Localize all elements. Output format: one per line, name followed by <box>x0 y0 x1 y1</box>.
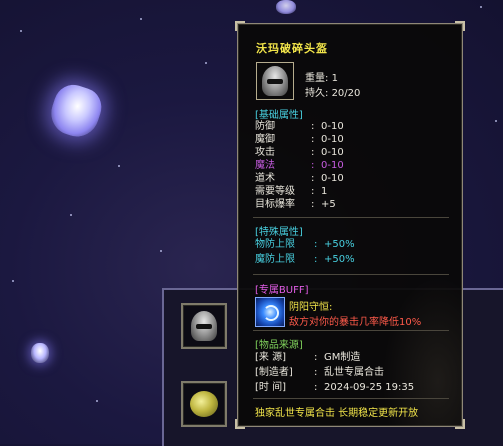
weight-line: 重量: 1 <box>305 69 338 84</box>
attr-row-magic: 魔法:0-10 <box>255 160 344 171</box>
weight-value: 1 <box>331 73 338 84</box>
source-row: [时 间]:2024-09-25 19:35 <box>255 382 415 393</box>
jade-pendant-icon <box>190 391 218 417</box>
attr-row: 目标爆率: +5 <box>255 199 336 210</box>
base-attrs-header: [基础属性] <box>255 110 303 121</box>
source-row: [来 源]: GM制造 <box>255 352 361 363</box>
tooltip-corner-ornament <box>455 21 465 31</box>
durability-line: 持久: 20/20 <box>305 84 360 99</box>
buff-description: 敌方对你的暴击几率降低10% <box>289 317 422 328</box>
attr-row: 攻击:0-10 <box>255 147 344 158</box>
yin-yang-buff-icon <box>255 297 285 327</box>
attr-row: 需要等级:1 <box>255 186 328 197</box>
buff-name: 阴阳守恒: <box>289 302 333 313</box>
special-attrs-header: [特殊属性] <box>255 227 303 238</box>
buff-header: [专属BUFF] <box>255 285 309 296</box>
tooltip-corner-ornament <box>235 21 245 31</box>
server-slogan: 独家乱世专属合击 长期稳定更新开放 <box>255 408 419 419</box>
attr-row: 防御:0-10 <box>255 121 344 132</box>
section-divider <box>253 217 449 218</box>
sky-lantern-top <box>276 0 296 14</box>
item-tooltip: 沃玛破碎头盔 重量: 1 持久: 20/20 [基础属性] 防御:0-10 魔御… <box>235 21 465 429</box>
attr-row: 魔御:0-10 <box>255 134 344 145</box>
section-divider <box>253 398 449 399</box>
sky-lantern-small <box>31 343 49 363</box>
weight-label: 重量: <box>305 73 329 84</box>
helmet-icon <box>191 311 217 341</box>
durability-value: 20/20 <box>331 88 361 99</box>
durability-label: 持久: <box>305 88 329 99</box>
item-icon-frame <box>256 62 294 100</box>
source-row: [制造者]: 乱世专属合击 <box>255 367 384 378</box>
equip-slot-pendant[interactable] <box>181 381 227 427</box>
section-divider <box>253 330 449 331</box>
tooltip-corner-ornament <box>235 419 245 429</box>
item-name: 沃玛破碎头盔 <box>256 42 328 55</box>
section-divider <box>253 274 449 275</box>
source-header: [物品来源] <box>255 340 303 351</box>
attr-row: 道术:0-10 <box>255 173 344 184</box>
special-attr-row: 魔防上限: +50% <box>255 254 355 265</box>
sky-lantern-large <box>45 79 107 143</box>
helmet-icon <box>262 66 288 96</box>
equip-slot-helmet[interactable] <box>181 303 227 349</box>
special-attr-row: 物防上限: +50% <box>255 239 355 250</box>
